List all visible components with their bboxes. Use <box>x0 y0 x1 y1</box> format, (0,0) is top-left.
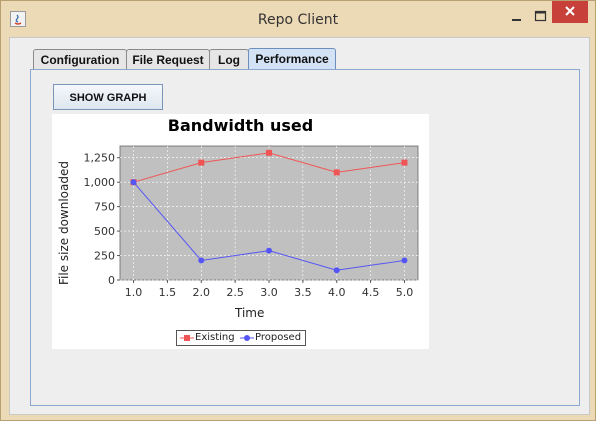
bandwidth-chart: Bandwidth used 0 250 500 750 1,000 1,250 1.0 1.… <box>52 114 429 349</box>
point-existing <box>333 169 340 176</box>
point-proposed <box>266 247 272 254</box>
y-tick-label: 250 <box>94 250 115 263</box>
y-tick-label: 500 <box>94 225 115 238</box>
x-tick-label: 4.5 <box>362 286 380 299</box>
legend-proposed-marker <box>240 335 254 341</box>
x-axis-label: Time <box>235 306 265 320</box>
y-tick-label: 1,250 <box>84 152 116 165</box>
tab-file-request[interactable]: File Request <box>126 49 210 69</box>
legend-existing-marker <box>180 335 194 341</box>
point-proposed <box>198 257 205 264</box>
maximize-button[interactable] <box>534 9 548 23</box>
tab-performance[interactable]: Performance <box>248 48 336 70</box>
legend-proposed-label: Proposed <box>255 332 302 343</box>
y-tick-label: 750 <box>94 201 115 214</box>
tab-log[interactable]: Log <box>209 49 249 69</box>
tab-configuration[interactable]: Configuration <box>33 49 127 69</box>
title-bar[interactable]: Repo Client <box>1 1 595 37</box>
y-tick-label: 0 <box>108 274 115 287</box>
x-tick-label: 2.5 <box>226 286 244 299</box>
minimize-button[interactable] <box>511 11 523 23</box>
y-axis-label: File size downloaded <box>57 161 71 286</box>
x-tick-label: 1.0 <box>125 286 143 299</box>
point-proposed <box>333 267 340 274</box>
legend-existing-label: Existing <box>195 332 235 343</box>
chart-legend: Existing Proposed <box>176 330 306 346</box>
point-existing <box>198 159 205 166</box>
y-tick-label: 1,000 <box>84 176 116 189</box>
x-tick-label: 2.0 <box>193 286 211 299</box>
point-existing <box>401 159 408 166</box>
x-tick-label: 3.0 <box>260 286 278 299</box>
point-existing <box>266 149 272 156</box>
x-tick-label: 1.5 <box>159 286 177 299</box>
close-icon <box>565 6 575 16</box>
x-tick-label: 4.0 <box>328 286 346 299</box>
show-graph-button[interactable]: SHOW GRAPH <box>53 84 163 110</box>
point-proposed <box>130 179 137 186</box>
point-proposed <box>401 257 408 264</box>
close-button[interactable] <box>552 1 588 23</box>
x-tick-label: 5.0 <box>396 286 414 299</box>
x-tick-label: 3.5 <box>294 286 312 299</box>
window-title: Repo Client <box>257 12 339 28</box>
